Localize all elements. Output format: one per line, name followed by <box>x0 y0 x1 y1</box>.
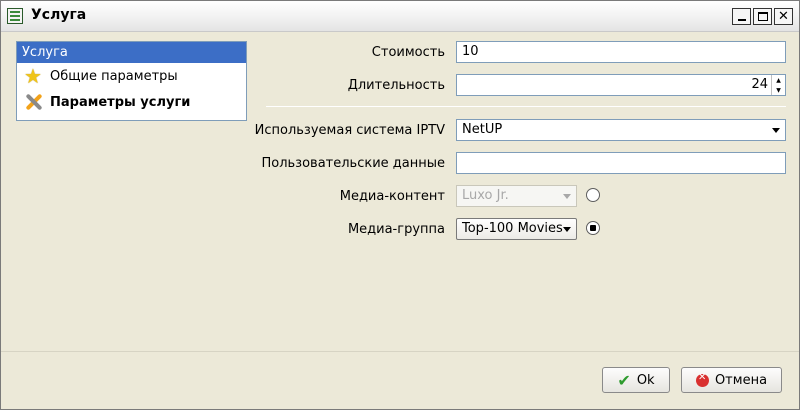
media-content-select[interactable]: Luxo Jr. <box>456 185 577 207</box>
duration-value: 24 <box>751 77 768 92</box>
chevron-down-icon <box>563 194 571 199</box>
cost-input[interactable]: 10 <box>456 41 786 63</box>
dialog-window: Услуга ✕ Услуга ★ Общие параметры Параме… <box>0 0 800 410</box>
check-icon: ✔ <box>617 370 631 390</box>
title-bar: Услуга ✕ <box>1 1 799 32</box>
settings-tree: Услуга ★ Общие параметры Параметры услуг… <box>16 41 247 121</box>
media-group-select[interactable]: Top-100 Movies <box>456 218 577 240</box>
app-icon <box>7 8 23 24</box>
ok-button[interactable]: ✔ Ok <box>602 367 670 393</box>
separator <box>266 106 786 107</box>
iptv-row: Используемая система IPTV NetUP <box>251 118 786 144</box>
chevron-down-icon <box>563 227 571 232</box>
tree-item-label: Параметры услуги <box>50 94 191 110</box>
tree-item-general[interactable]: ★ Общие параметры <box>17 63 246 89</box>
cost-row: Стоимость 10 <box>251 40 786 66</box>
user-data-input[interactable] <box>456 152 786 174</box>
user-data-label: Пользовательские данные <box>261 156 445 171</box>
minimize-icon <box>738 19 746 21</box>
media-group-row: Медиа-группа Top-100 Movies <box>251 217 786 243</box>
tools-icon <box>24 92 44 112</box>
media-content-radio[interactable] <box>586 188 600 202</box>
iptv-value: NetUP <box>462 122 503 137</box>
cancel-icon <box>695 372 709 387</box>
cost-label: Стоимость <box>371 45 445 60</box>
media-content-value: Luxo Jr. <box>462 188 509 203</box>
media-group-radio[interactable] <box>586 221 600 235</box>
duration-spinbox[interactable]: 24 ▲ ▼ <box>456 74 786 96</box>
window-title: Услуга <box>31 7 87 23</box>
maximize-icon <box>757 12 768 21</box>
user-data-row: Пользовательские данные <box>251 151 786 177</box>
star-icon: ★ <box>24 64 42 88</box>
cancel-button[interactable]: Отмена <box>681 367 782 393</box>
tree-item-label: Общие параметры <box>50 68 178 84</box>
ok-label: Ok <box>636 372 655 388</box>
spin-down-icon[interactable]: ▼ <box>772 85 785 95</box>
minimize-button[interactable] <box>732 8 751 25</box>
media-group-label: Медиа-группа <box>347 222 445 237</box>
maximize-button[interactable] <box>753 8 772 25</box>
media-content-row: Медиа-контент Luxo Jr. <box>251 184 786 210</box>
close-icon: ✕ <box>778 9 789 24</box>
spin-up-icon[interactable]: ▲ <box>772 75 785 85</box>
iptv-label: Используемая система IPTV <box>254 123 445 138</box>
footer-separator <box>1 351 799 352</box>
tree-item-service-params[interactable]: Параметры услуги <box>17 89 246 115</box>
tree-root-item[interactable]: Услуга <box>17 42 246 63</box>
close-button[interactable]: ✕ <box>774 8 793 25</box>
cancel-label: Отмена <box>714 372 768 388</box>
media-group-value: Top-100 Movies <box>462 221 563 236</box>
media-content-label: Медиа-контент <box>339 189 445 204</box>
duration-label: Длительность <box>347 78 445 93</box>
chevron-down-icon <box>772 128 780 133</box>
duration-row: Длительность 24 ▲ ▼ <box>251 73 786 99</box>
iptv-select[interactable]: NetUP <box>456 119 786 141</box>
